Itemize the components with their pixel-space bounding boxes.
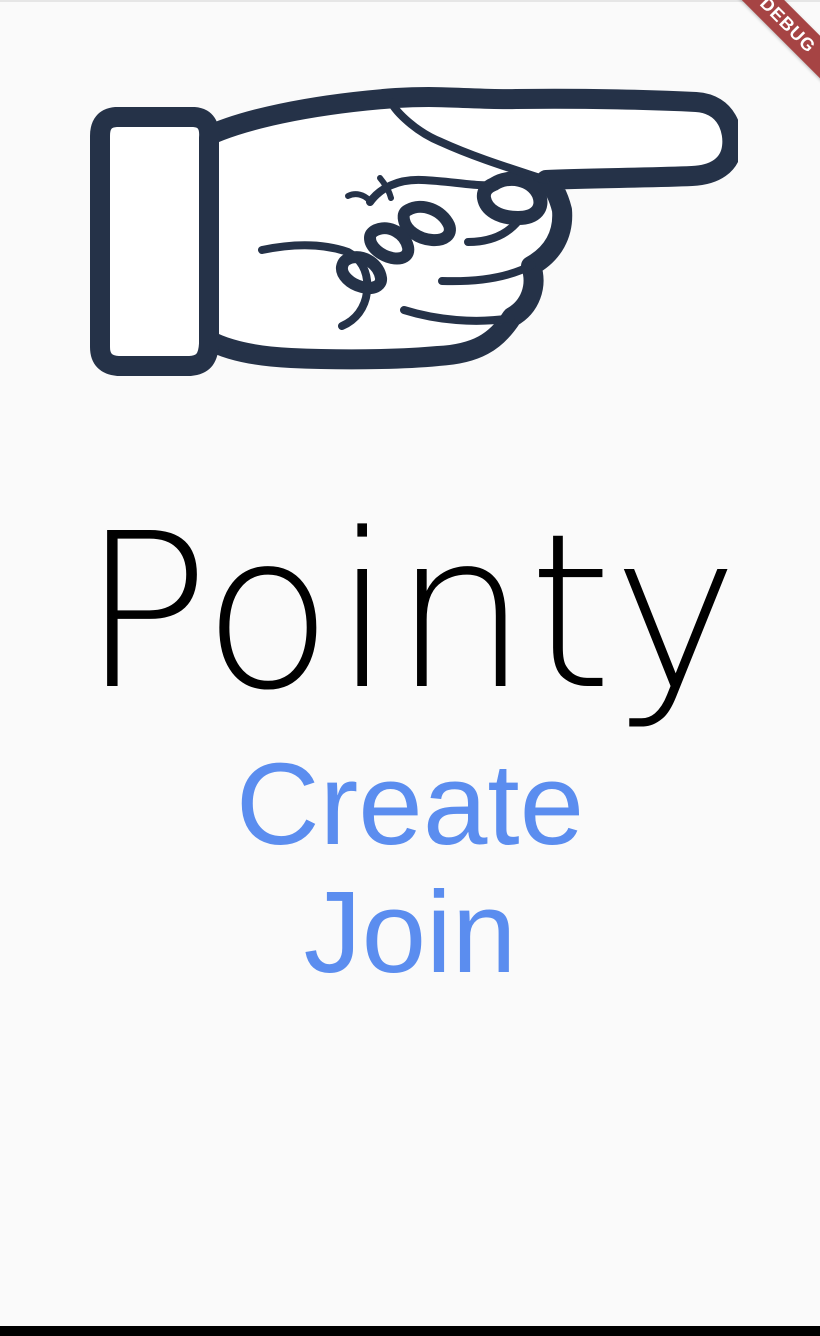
- home-screen: Pointy Create Join DEBUG: [0, 0, 820, 1336]
- join-button[interactable]: Join: [0, 868, 820, 996]
- debug-banner: DEBUG: [720, 0, 820, 93]
- pointing-hand-icon: [90, 87, 738, 376]
- app-title: Pointy: [81, 488, 739, 737]
- bottom-system-bar: [0, 1326, 820, 1336]
- create-button[interactable]: Create: [0, 740, 820, 868]
- top-divider: [0, 0, 820, 2]
